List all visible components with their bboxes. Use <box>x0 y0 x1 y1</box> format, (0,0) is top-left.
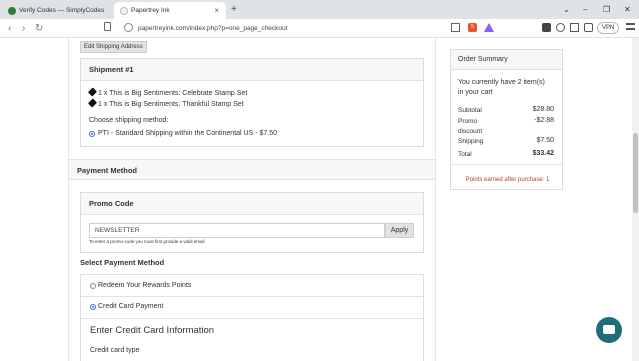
divider <box>81 318 423 319</box>
points-earned-text: Points earned after purchase: 1 <box>465 177 550 183</box>
divider <box>435 38 436 361</box>
simplycodes-favicon-icon <box>8 7 16 15</box>
tag-icon <box>87 87 98 97</box>
tab-search-icon[interactable]: ⌄ <box>563 2 570 17</box>
shipping-value: $7.50 <box>536 137 554 144</box>
site-info-icon[interactable] <box>124 23 133 32</box>
chat-icon[interactable] <box>596 317 622 343</box>
new-tab-button[interactable]: + <box>231 2 237 17</box>
credit-card-info-title: Enter Credit Card Information <box>90 325 215 336</box>
shipping-label: Shipping <box>458 138 484 145</box>
apply-promo-button[interactable]: Apply <box>385 223 414 238</box>
maximize-icon[interactable]: ❐ <box>603 2 610 17</box>
divider <box>451 164 562 165</box>
shipment-box: Shipment #1 1 x This is Big Sentiments: … <box>80 58 424 147</box>
promo-code-input[interactable]: NEWSLETTER <box>89 223 385 238</box>
extension-icon[interactable] <box>542 23 551 32</box>
credit-card-radio[interactable] <box>90 304 96 310</box>
brave-shield-icon[interactable]: 5 <box>468 23 477 32</box>
sidebar-icon[interactable] <box>570 23 579 32</box>
subtotal-value: $28.80 <box>532 106 554 113</box>
total-label: Total <box>458 151 472 158</box>
vpn-button[interactable]: VPN <box>597 22 620 34</box>
promo-discount-label-2: discount <box>458 128 483 135</box>
shipping-method-radio[interactable] <box>89 131 95 137</box>
url-field[interactable]: papertreyink.com/index.php?p=one_page_ch… <box>138 23 287 34</box>
payment-method-header: Payment Method <box>69 159 435 180</box>
divider <box>68 38 69 361</box>
subtotal-label: Subtotal <box>458 107 482 114</box>
rewards-points-option[interactable]: Redeem Your Rewards Points <box>98 282 191 289</box>
payment-method-title: Payment Method <box>77 166 138 175</box>
shipment-item: 1 x This is Big Sentiments: Thankful Sta… <box>87 98 244 108</box>
tab-simplycodes[interactable]: Verify Codes — SimplyCodes <box>2 2 112 19</box>
payment-options-box: Redeem Your Rewards Points Credit Card P… <box>80 274 424 361</box>
checkout-page: Edit Shipping Address Shipment #1 1 x Th… <box>0 38 639 361</box>
promo-discount-value: -$2.88 <box>534 117 554 124</box>
promo-discount-label: Promo <box>458 118 478 125</box>
browser-tab-bar: Verify Codes — SimplyCodes Papertrey Ink… <box>0 0 639 19</box>
scrollbar-thumb[interactable] <box>633 133 638 213</box>
share-icon[interactable] <box>451 23 460 32</box>
rewards-triangle-icon[interactable] <box>484 23 494 32</box>
close-window-icon[interactable]: ✕ <box>624 2 631 17</box>
tab-title: Papertrey Ink <box>131 7 170 14</box>
shipping-method-label: Choose shipping method: <box>89 117 169 124</box>
tag-icon <box>87 98 98 108</box>
tab-papertrey-ink[interactable]: Papertrey Ink × <box>114 2 226 19</box>
credit-card-type-label: Credit card type <box>90 347 140 354</box>
shipment-item: 1 x This is Big Sentiments: Celebrate St… <box>87 87 247 97</box>
cart-count-text: You currently have 2 item(s) <box>458 79 545 86</box>
total-value: $33.42 <box>532 150 554 157</box>
shipment-title: Shipment #1 <box>81 59 423 81</box>
edit-shipping-address-button[interactable]: Edit Shipping Address <box>80 41 147 53</box>
back-icon[interactable]: ‹ <box>8 21 11 36</box>
forward-icon[interactable]: › <box>22 21 25 36</box>
close-tab-icon[interactable]: × <box>214 2 219 19</box>
order-summary-title: Order Summary <box>458 56 508 63</box>
cart-count-text-2: in your cart <box>458 89 493 96</box>
select-payment-title: Select Payment Method <box>80 258 165 267</box>
shipping-method-option[interactable]: PTI - Standard Shipping within the Conti… <box>98 130 277 137</box>
bookmark-icon[interactable] <box>104 22 111 31</box>
rewards-points-radio[interactable] <box>90 283 96 289</box>
papertrey-favicon-icon <box>120 7 128 15</box>
address-bar: ‹ › ↻ papertreyink.com/index.php?p=one_p… <box>0 19 639 38</box>
wallet-icon[interactable] <box>584 23 593 32</box>
order-summary: Order Summary You currently have 2 item(… <box>450 49 563 190</box>
credit-card-option[interactable]: Credit Card Payment <box>98 303 163 310</box>
promo-code-title: Promo Code <box>81 193 423 215</box>
minimize-icon[interactable]: – <box>583 2 587 17</box>
divider <box>81 296 423 297</box>
tab-title: Verify Codes — SimplyCodes <box>19 7 105 14</box>
order-summary-header: Order Summary <box>451 50 562 70</box>
promo-hint: To enter a promo-code you must first pro… <box>89 239 205 244</box>
reload-icon[interactable]: ↻ <box>35 21 43 36</box>
page-scrollbar[interactable] <box>632 38 639 361</box>
menu-icon[interactable] <box>626 23 635 30</box>
extensions-puzzle-icon[interactable] <box>556 23 565 32</box>
